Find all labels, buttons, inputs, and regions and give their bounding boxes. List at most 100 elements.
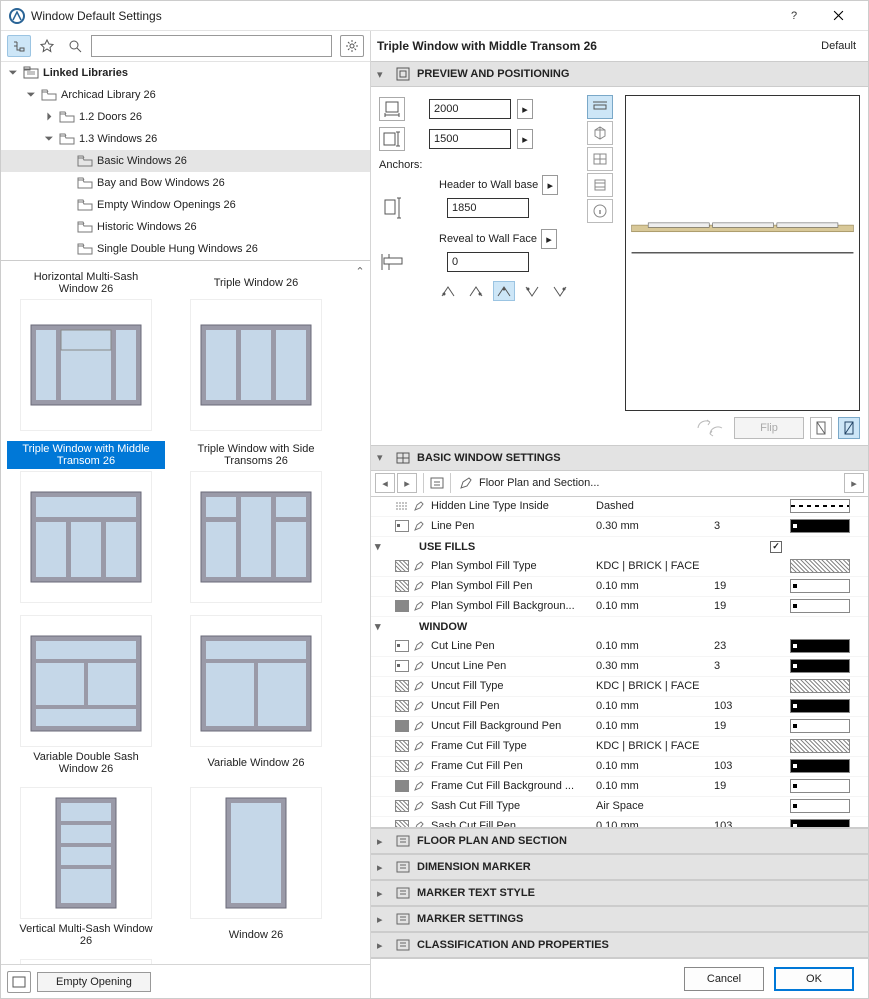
gallery-item[interactable]: Triple Window with Side Transoms 26 (171, 437, 341, 609)
anchor-2[interactable] (465, 281, 487, 301)
setting-row[interactable]: Uncut Fill Type KDC | BRICK | FACE (371, 677, 868, 697)
gallery-item[interactable]: Triple Window with Middle Transom 26 (1, 437, 171, 609)
setting-row[interactable]: Plan Symbol Fill Backgroun... 0.10 mm 19 (371, 597, 868, 617)
setting-row[interactable]: Frame Cut Fill Type KDC | BRICK | FACE (371, 737, 868, 757)
view-info-button[interactable] (587, 199, 613, 223)
gallery-item[interactable]: Triple Window 26 (171, 265, 341, 437)
panel-basic-header[interactable]: ▾ BASIC WINDOW SETTINGS (371, 445, 868, 471)
flip-button[interactable]: Flip (734, 417, 804, 439)
gallery-item[interactable]: Variable Double Sash Window 26 (1, 609, 171, 781)
preview-canvas[interactable] (625, 95, 860, 411)
ok-button[interactable]: OK (774, 967, 854, 991)
tree-root[interactable]: ⏷ Linked Libraries (1, 62, 370, 84)
gallery-label: Triple Window 26 (177, 269, 335, 297)
gallery-scroll-up[interactable]: ⌃ (352, 265, 368, 281)
setting-row[interactable]: Frame Cut Fill Background ... 0.10 mm 19 (371, 777, 868, 797)
empty-opening-icon[interactable] (7, 971, 31, 993)
settings-button[interactable] (340, 35, 364, 57)
favorites-button[interactable] (35, 35, 59, 57)
width-step[interactable]: ▸ (517, 99, 533, 119)
setting-row[interactable]: Plan Symbol Fill Pen 0.10 mm 19 (371, 577, 868, 597)
tab-more[interactable]: ▸ (844, 473, 864, 493)
view-plan-button[interactable] (587, 95, 613, 119)
setting-value: KDC | BRICK | FACE (596, 740, 714, 752)
setting-value: 0.30 mm (596, 660, 714, 672)
search-button[interactable] (63, 35, 87, 57)
panel-collapsed[interactable]: ▸ DIMENSION MARKER (371, 854, 868, 880)
tab-prev[interactable]: ◂ (375, 473, 395, 493)
tree-item[interactable]: ⏵ 1.2 Doors 26 (1, 106, 370, 128)
anchor-3[interactable] (493, 281, 515, 301)
width-input[interactable] (429, 99, 511, 119)
search-input[interactable] (91, 35, 332, 57)
folder-icon (59, 111, 75, 123)
tree-item[interactable]: Basic Windows 26 (1, 150, 370, 172)
height-step[interactable]: ▸ (517, 129, 533, 149)
setting-row[interactable]: Hidden Line Type Inside Dashed (371, 497, 868, 517)
library-tree[interactable]: ⏷ Linked Libraries ⏷ Archicad Library 26… (1, 61, 370, 260)
tree-item[interactable]: ⏷ Archicad Library 26 (1, 84, 370, 106)
tab-next[interactable]: ▸ (397, 473, 417, 493)
view-wire-button[interactable] (587, 147, 613, 171)
panel-collapsed[interactable]: ▸ MARKER TEXT STYLE (371, 880, 868, 906)
tree-item[interactable]: Empty Window Openings 26 (1, 194, 370, 216)
tree-item[interactable]: Historic Windows 26 (1, 216, 370, 238)
reveal-value-input[interactable] (447, 252, 529, 272)
group-use-fills[interactable]: ▾ USE FILLS ✓ (371, 537, 868, 557)
panel-preview-header[interactable]: ▾ PREVIEW AND POSITIONING (371, 61, 868, 87)
panel-collapsed[interactable]: ▸ MARKER SETTINGS (371, 906, 868, 932)
use-fills-checkbox[interactable]: ✓ (770, 541, 782, 553)
header-to-wall-menu[interactable]: ▸ (542, 175, 558, 195)
header-value-input[interactable] (447, 198, 529, 218)
group-window[interactable]: ▾ WINDOW (371, 617, 868, 637)
setting-row[interactable]: Cut Line Pen 0.10 mm 23 (371, 637, 868, 657)
setting-row[interactable]: Line Pen 0.30 mm 3 (371, 517, 868, 537)
tree-item[interactable]: ⏷ 1.3 Windows 26 (1, 128, 370, 150)
setting-row[interactable]: Plan Symbol Fill Type KDC | BRICK | FACE (371, 557, 868, 577)
reveal-menu[interactable]: ▸ (541, 229, 557, 249)
panel-preview-title: PREVIEW AND POSITIONING (417, 68, 569, 80)
tree-item[interactable]: Bay and Bow Windows 26 (1, 172, 370, 194)
gallery-thumb (20, 787, 152, 919)
pen-icon (411, 579, 427, 593)
gallery-item[interactable]: Window with Sidelight 26 (1, 953, 171, 964)
setting-value2: 103 (714, 700, 750, 712)
panel-collapsed[interactable]: ▸ FLOOR PLAN AND SECTION (371, 828, 868, 854)
setting-name: Sash Cut Fill Type (431, 800, 596, 812)
close-button[interactable] (816, 2, 860, 30)
anchor-5[interactable] (549, 281, 571, 301)
orient-1[interactable] (810, 417, 832, 439)
default-label[interactable]: Default (821, 40, 856, 52)
gallery-thumb (190, 299, 322, 431)
tab-label[interactable]: Floor Plan and Section... (453, 476, 842, 490)
setting-row[interactable]: Sash Cut Fill Type Air Space (371, 797, 868, 817)
cancel-button[interactable]: Cancel (684, 967, 764, 991)
view-elev-button[interactable] (587, 173, 613, 197)
setting-row[interactable]: Sash Cut Fill Pen 0.10 mm 103 (371, 817, 868, 828)
setting-row[interactable]: Uncut Fill Background Pen 0.10 mm 19 (371, 717, 868, 737)
tab-icon[interactable] (423, 473, 451, 493)
setting-type-icon (395, 499, 409, 513)
setting-value: 0.30 mm (596, 520, 714, 532)
empty-opening-button[interactable]: Empty Opening (37, 972, 151, 992)
setting-row[interactable]: Frame Cut Fill Pen 0.10 mm 103 (371, 757, 868, 777)
height-input[interactable] (429, 129, 511, 149)
setting-row[interactable]: Uncut Fill Pen 0.10 mm 103 (371, 697, 868, 717)
tree-view-button[interactable] (7, 35, 31, 57)
settings-list[interactable]: Hidden Line Type Inside Dashed Line Pen … (371, 497, 868, 828)
preview-icon (395, 66, 411, 82)
setting-row[interactable]: Uncut Line Pen 0.30 mm 3 (371, 657, 868, 677)
anchor-1[interactable] (437, 281, 459, 301)
gallery[interactable]: ⌃ Horizontal Multi-Sash Window 26Triple … (1, 260, 370, 964)
gallery-item[interactable]: Window 26 (171, 781, 341, 953)
anchor-4[interactable] (521, 281, 543, 301)
panel-collapsed[interactable]: ▸ CLASSIFICATION AND PROPERTIES (371, 932, 868, 958)
view-3d-button[interactable] (587, 121, 613, 145)
gallery-item[interactable]: Vertical Multi-Sash Window 26 (1, 781, 171, 953)
setting-type-icon (395, 679, 409, 693)
gallery-item[interactable]: Variable Window 26 (171, 609, 341, 781)
tree-item[interactable]: Single Double Hung Windows 26 (1, 238, 370, 260)
gallery-item[interactable]: Horizontal Multi-Sash Window 26 (1, 265, 171, 437)
help-button[interactable]: ? (772, 2, 816, 30)
orient-2[interactable] (838, 417, 860, 439)
